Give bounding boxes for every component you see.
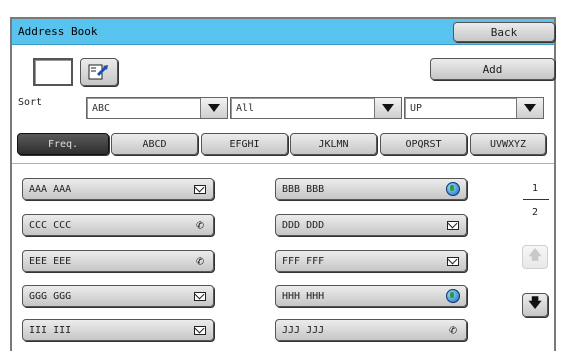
email-icon bbox=[442, 217, 464, 233]
email-icon bbox=[189, 181, 211, 197]
contact-entry[interactable]: AAA AAA bbox=[22, 178, 214, 200]
window-title: Address Book bbox=[18, 25, 98, 38]
contact-name: BBB BBB bbox=[282, 183, 325, 195]
tab-opqrst[interactable]: OPQRST bbox=[380, 133, 467, 155]
arrow-up-icon: 🡅 bbox=[528, 248, 542, 263]
contact-name: FFF FFF bbox=[282, 255, 325, 267]
phone-icon: ✆ bbox=[196, 217, 204, 233]
contact-entry[interactable]: CCC CCC ✆ bbox=[22, 214, 214, 236]
globe-icon bbox=[442, 181, 464, 197]
contact-name: GGG GGG bbox=[29, 290, 72, 302]
tab-uvwxyz[interactable]: UVWXYZ bbox=[470, 133, 546, 155]
contact-name: III III bbox=[29, 324, 72, 336]
phone-icon: ✆ bbox=[449, 322, 457, 338]
email-icon bbox=[442, 253, 464, 269]
contact-name: EEE EEE bbox=[29, 255, 72, 267]
contact-name: DDD DDD bbox=[282, 219, 325, 231]
chevron-down-icon bbox=[374, 98, 401, 118]
tab-efghi[interactable]: EFGHI bbox=[201, 133, 288, 155]
contact-entry[interactable]: JJJ JJJ ✆ bbox=[275, 319, 467, 341]
arrow-down-icon: 🡇 bbox=[528, 296, 542, 311]
contact-entry[interactable]: FFF FFF bbox=[275, 250, 467, 272]
address-book-search-icon bbox=[88, 63, 110, 81]
direction-dropdown[interactable]: UP bbox=[404, 97, 544, 119]
divider bbox=[12, 163, 554, 164]
tab-abcd[interactable]: ABCD bbox=[111, 133, 198, 155]
direction-value: UP bbox=[410, 103, 423, 114]
number-input[interactable] bbox=[33, 58, 73, 86]
contact-entry[interactable]: DDD DDD bbox=[275, 214, 467, 236]
contact-entry[interactable]: EEE EEE ✆ bbox=[22, 250, 214, 272]
total-pages: 2 bbox=[532, 207, 539, 218]
page-up-button[interactable]: 🡅 bbox=[522, 245, 548, 269]
tab-jklmn[interactable]: JKLMN bbox=[290, 133, 377, 155]
chevron-down-icon bbox=[516, 98, 543, 118]
contact-name: CCC CCC bbox=[29, 219, 72, 231]
contact-entry[interactable]: BBB BBB bbox=[275, 178, 467, 200]
blank-area bbox=[170, 55, 280, 85]
back-button[interactable]: Back bbox=[453, 22, 555, 42]
tab-freq[interactable]: Freq. bbox=[17, 133, 109, 155]
contact-name: JJJ JJJ bbox=[282, 324, 325, 336]
current-page: 1 bbox=[532, 183, 539, 194]
contact-name: HHH HHH bbox=[282, 290, 325, 302]
add-button[interactable]: Add bbox=[430, 58, 555, 80]
address-book-search-button[interactable] bbox=[80, 58, 118, 86]
contact-name: AAA AAA bbox=[29, 183, 72, 195]
page-down-button[interactable]: 🡇 bbox=[522, 293, 548, 317]
contact-entry[interactable]: GGG GGG bbox=[22, 285, 214, 307]
sort-order-dropdown[interactable]: ABC bbox=[86, 97, 228, 119]
sort-order-value: ABC bbox=[92, 103, 111, 114]
contact-entry[interactable]: HHH HHH bbox=[275, 285, 467, 307]
globe-icon bbox=[442, 288, 464, 304]
email-icon bbox=[189, 288, 211, 304]
phone-icon: ✆ bbox=[196, 253, 204, 269]
filter-value: All bbox=[236, 103, 255, 114]
page-divider bbox=[523, 199, 549, 200]
contact-entry[interactable]: III III bbox=[22, 319, 214, 341]
email-icon bbox=[189, 322, 211, 338]
sort-label: Sort bbox=[18, 97, 43, 108]
chevron-down-icon bbox=[200, 98, 227, 118]
filter-dropdown[interactable]: All bbox=[230, 97, 402, 119]
